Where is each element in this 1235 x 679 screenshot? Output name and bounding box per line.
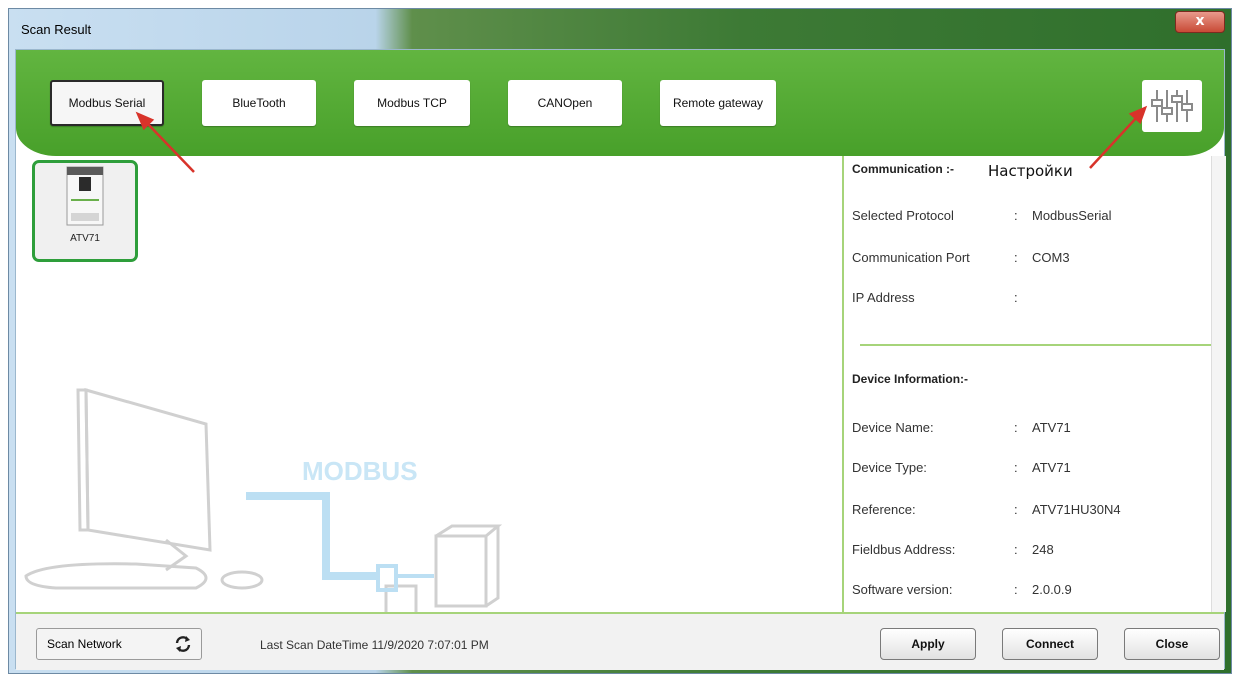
refresh-icon — [175, 636, 191, 652]
colon: : — [1014, 420, 1018, 435]
window-client: Modbus Serial BlueTooth Modbus TCP CANOp… — [15, 49, 1226, 670]
reference-value: ATV71HU30N4 — [1032, 502, 1121, 517]
settings-button[interactable] — [1142, 80, 1202, 132]
fieldbus-address-label: Fieldbus Address: — [852, 542, 956, 557]
reference-label: Reference: — [852, 502, 916, 517]
panel-divider — [860, 344, 1216, 346]
drive-device-icon — [66, 166, 104, 226]
protocol-button-remote-gateway[interactable]: Remote gateway — [660, 80, 776, 126]
colon: : — [1014, 460, 1018, 475]
communication-heading: Communication :- — [852, 162, 954, 176]
protocol-button-bluetooth[interactable]: BlueTooth — [202, 80, 316, 126]
footer-bar: Scan Network Last Scan DateTime 11/9/202… — [16, 612, 1224, 670]
protocol-button-modbus-tcp[interactable]: Modbus TCP — [354, 80, 470, 126]
device-name-label: ATV71 — [70, 233, 100, 244]
close-button[interactable]: Close — [1124, 628, 1220, 660]
protocol-button-modbus-serial[interactable]: Modbus Serial — [50, 80, 164, 126]
protocol-button-canopen[interactable]: CANOpen — [508, 80, 622, 126]
modbus-illustration-text: MODBUS — [302, 456, 418, 486]
device-type-label: Device Type: — [852, 460, 927, 475]
scan-network-button[interactable]: Scan Network — [36, 628, 202, 660]
colon: : — [1014, 502, 1018, 517]
communication-port-value: COM3 — [1032, 250, 1070, 265]
settings-annotation-label: Настройки — [988, 162, 1073, 180]
fieldbus-address-value: 248 — [1032, 542, 1054, 557]
protocol-ribbon: Modbus Serial BlueTooth Modbus TCP CANOp… — [16, 50, 1224, 156]
window-title: Scan Result — [21, 22, 92, 37]
scan-network-label: Scan Network — [47, 637, 122, 651]
colon: : — [1014, 542, 1018, 557]
device-name-value: ATV71 — [1032, 420, 1071, 435]
communication-port-label: Communication Port — [852, 250, 970, 265]
colon: : — [1014, 582, 1018, 597]
device-list-area: ATV71 MODBUS — [16, 156, 842, 612]
colon: : — [1014, 290, 1018, 305]
details-scrollbar[interactable] — [1211, 156, 1226, 612]
software-version-value: 2.0.0.9 — [1032, 582, 1072, 597]
modbus-illustration: MODBUS — [24, 388, 503, 612]
title-bar: Scan Result x — [9, 9, 1231, 49]
software-version-label: Software version: — [852, 582, 953, 597]
scan-result-window: Scan Result x Modbus Serial BlueTooth Mo… — [8, 8, 1232, 674]
sliders-icon — [1151, 90, 1193, 122]
ip-address-label: IP Address — [852, 290, 915, 305]
colon: : — [1014, 250, 1018, 265]
colon: : — [1014, 208, 1018, 223]
selected-protocol-value: ModbusSerial — [1032, 208, 1112, 223]
connect-button[interactable]: Connect — [1002, 628, 1098, 660]
device-name-label: Device Name: — [852, 420, 934, 435]
selected-protocol-label: Selected Protocol — [852, 208, 954, 223]
last-scan-datetime: Last Scan DateTime 11/9/2020 7:07:01 PM — [260, 638, 489, 652]
details-panel: Communication :- Selected Protocol : Mod… — [842, 156, 1226, 612]
device-type-value: ATV71 — [1032, 460, 1071, 475]
window-close-button[interactable]: x — [1175, 11, 1225, 33]
apply-button[interactable]: Apply — [880, 628, 976, 660]
device-tile-atv71[interactable]: ATV71 — [32, 160, 138, 262]
device-information-heading: Device Information:- — [852, 372, 969, 386]
